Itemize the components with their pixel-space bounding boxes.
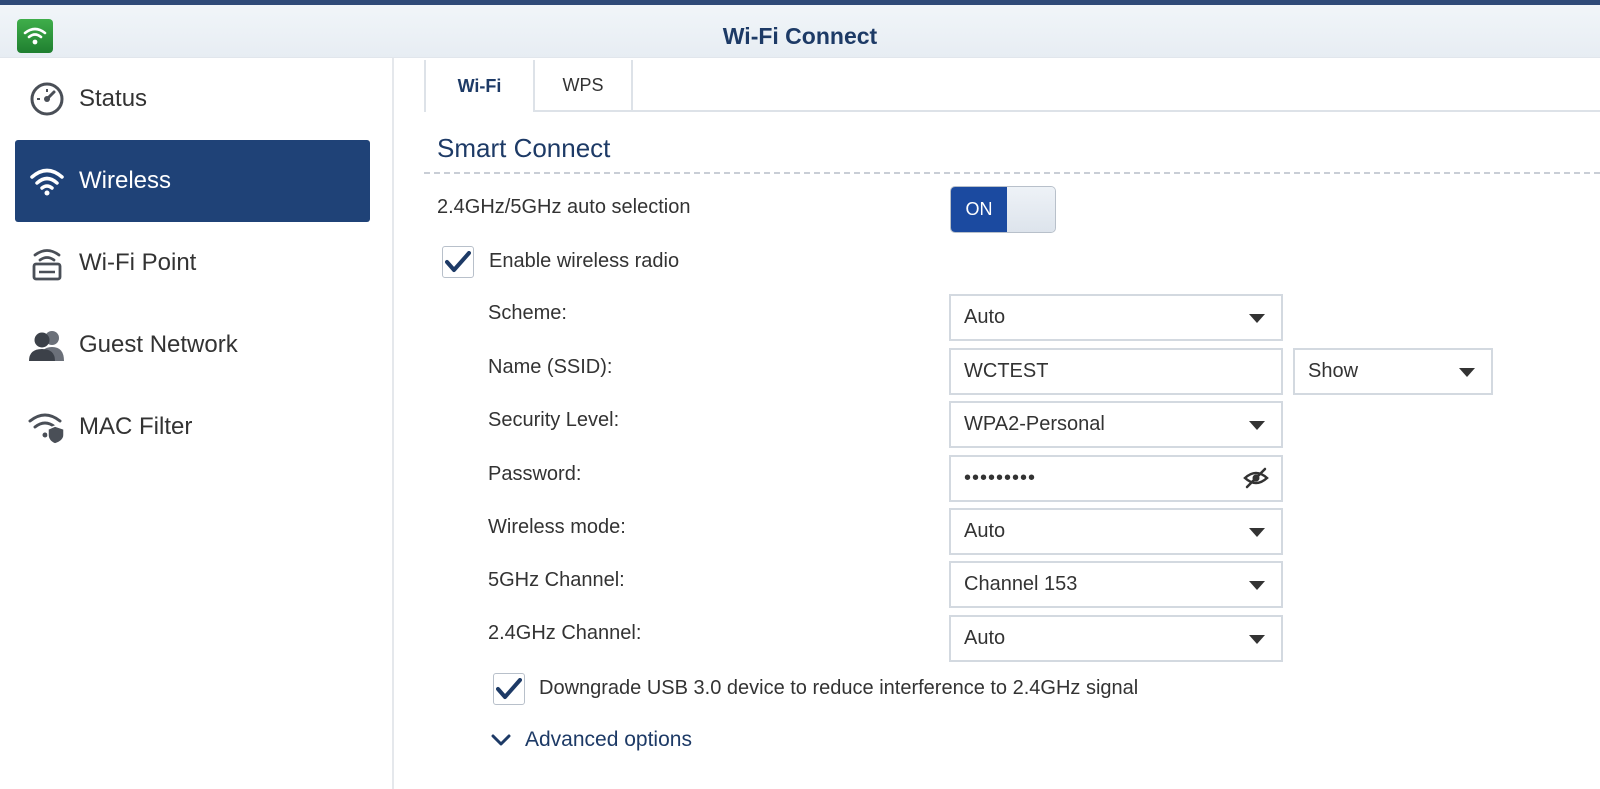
sidebar-item-label: Guest Network <box>79 331 238 358</box>
channel-24g-value: Auto <box>964 627 1006 649</box>
ssid-value: WCTEST <box>964 360 1049 382</box>
password-label: Password: <box>488 463 582 485</box>
sidebar-item-wifi-point[interactable]: Wi-Fi Point <box>15 222 370 304</box>
tab-wifi[interactable]: Wi-Fi <box>424 60 535 112</box>
section-title: Smart Connect <box>437 133 611 163</box>
sidebar-item-mac-filter[interactable]: MAC Filter <box>15 386 370 468</box>
enable-radio-checkbox[interactable] <box>442 246 474 278</box>
chevron-down-icon <box>1249 421 1265 430</box>
sidebar-item-label: Wi-Fi Point <box>79 249 197 276</box>
ssid-input[interactable]: WCTEST <box>949 348 1283 395</box>
checkmark-icon <box>496 678 522 699</box>
enable-radio-label: Enable wireless radio <box>489 250 680 272</box>
password-value: ••••••••• <box>964 467 1037 489</box>
wifi-shield-icon <box>27 407 67 447</box>
channel-5g-value: Channel 153 <box>964 573 1078 595</box>
chevron-down-icon <box>1249 314 1265 323</box>
sidebar-item-status[interactable]: Status <box>15 58 370 140</box>
usb-downgrade-checkbox[interactable] <box>493 673 525 705</box>
wifi-icon <box>27 161 67 201</box>
advanced-options-label: Advanced options <box>525 728 692 751</box>
advanced-options-toggle[interactable]: Advanced options <box>491 728 692 752</box>
wireless-mode-select[interactable]: Auto <box>949 508 1283 555</box>
security-value: WPA2-Personal <box>964 413 1105 435</box>
title-bar: Wi-Fi Connect <box>0 5 1600 58</box>
security-select[interactable]: WPA2-Personal <box>949 401 1283 448</box>
chevron-down-icon <box>1249 528 1265 537</box>
password-input[interactable]: ••••••••• <box>949 455 1283 502</box>
eye-hidden-icon[interactable] <box>1243 466 1269 496</box>
section-divider <box>424 172 1600 174</box>
chevron-down-icon <box>491 734 511 746</box>
ssid-visibility-value: Show <box>1308 360 1359 382</box>
toggle-on-label: ON <box>951 187 1007 232</box>
gauge-icon <box>27 79 67 119</box>
tab-wps[interactable]: WPS <box>535 60 633 110</box>
smart-connect-label: 2.4GHz/5GHz auto selection <box>437 196 691 218</box>
wireless-mode-label: Wireless mode: <box>488 516 626 538</box>
chevron-down-icon <box>1459 368 1475 377</box>
wireless-mode-value: Auto <box>964 520 1006 542</box>
sidebar-item-label: Wireless <box>79 167 172 194</box>
channel-24g-label: 2.4GHz Channel: <box>488 622 642 644</box>
sidebar-item-label: MAC Filter <box>79 413 193 440</box>
toggle-knob <box>1007 187 1055 232</box>
scheme-value: Auto <box>964 306 1006 328</box>
ssid-visibility-select[interactable]: Show <box>1293 348 1493 395</box>
channel-5g-select[interactable]: Channel 153 <box>949 561 1283 608</box>
sidebar-item-guest-network[interactable]: Guest Network <box>15 304 370 386</box>
scheme-label: Scheme: <box>488 302 567 324</box>
channel-24g-select[interactable]: Auto <box>949 615 1283 662</box>
checkmark-icon <box>445 251 471 272</box>
sidebar-item-wireless[interactable]: Wireless <box>15 140 370 222</box>
usb-downgrade-label: Downgrade USB 3.0 device to reduce inter… <box>539 677 1139 699</box>
sidebar-item-label: Status <box>79 85 148 112</box>
chevron-down-icon <box>1249 581 1265 590</box>
channel-5g-label: 5GHz Channel: <box>488 569 625 591</box>
scheme-select[interactable]: Auto <box>949 294 1283 341</box>
security-label: Security Level: <box>488 409 620 431</box>
tab-bar: Wi-Fi WPS <box>424 60 1600 112</box>
sidebar: Status Wireless Wi-Fi Point Guest Networ… <box>0 58 394 789</box>
chevron-down-icon <box>1249 635 1265 644</box>
wifi-point-icon <box>27 243 67 283</box>
ssid-label: Name (SSID): <box>488 356 613 378</box>
window-title: Wi-Fi Connect <box>722 23 878 49</box>
smart-connect-toggle[interactable]: ON <box>950 186 1056 233</box>
guest-users-icon <box>27 325 67 365</box>
